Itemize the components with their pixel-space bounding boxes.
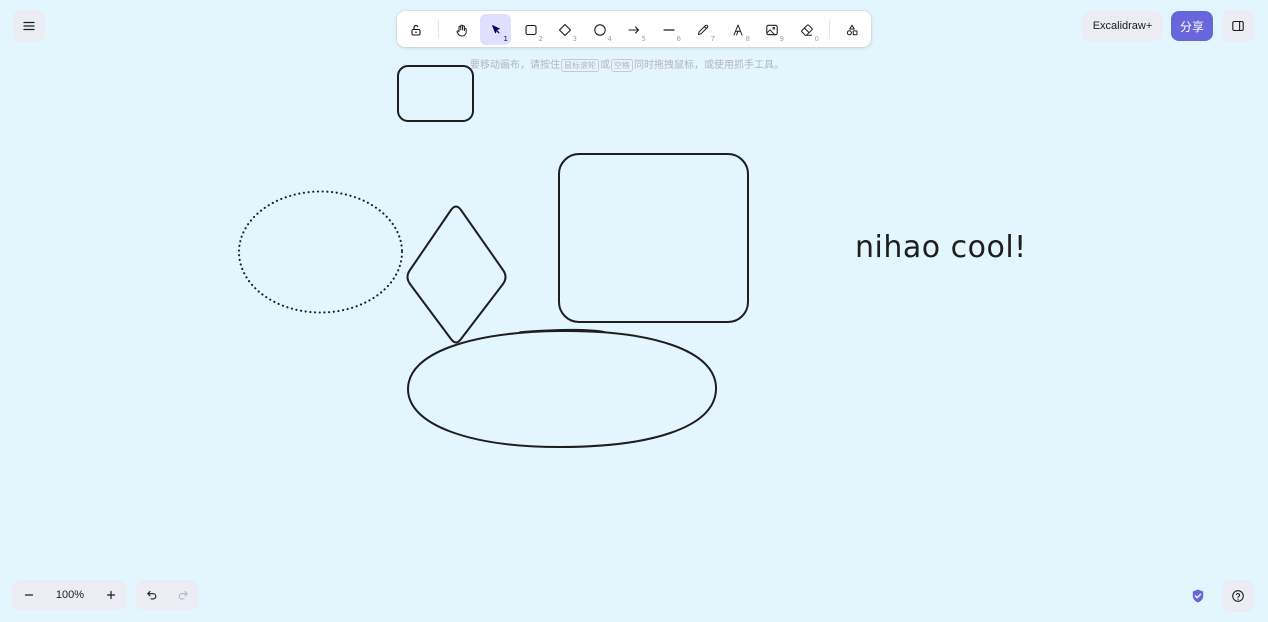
canvas-hint: 要移动画布，请按住 鼠标滚轮或空格 同时拖拽鼠标，或使用抓手工具。 [470,59,784,73]
hand-icon [456,24,467,37]
unlock-icon [410,24,421,36]
sidebar-toggle-button[interactable] [1222,10,1254,42]
ellipse-icon [593,23,606,36]
eraser-icon [800,23,813,36]
tool-shortcut: 3 [572,35,577,43]
pointer-icon [491,24,500,33]
tool-image[interactable]: 9 [756,14,787,45]
rectangle-icon [524,24,537,35]
tool-shortcut: 2 [538,35,543,43]
share-button[interactable]: 分享 [1171,11,1213,41]
tool-shortcut: 7 [710,35,715,43]
plus-icon [106,590,116,600]
tool-shortcut: 5 [641,35,646,43]
wide-ellipse [407,329,718,448]
image-icon [765,24,778,35]
wide-ellipse-overlap [519,329,606,333]
hint-key-space: 空格 [611,59,633,72]
shield-check-icon [1192,589,1204,603]
encryption-indicator[interactable] [1182,580,1214,612]
tool-hand[interactable] [446,14,477,45]
diamond-shape [406,205,507,344]
redo-button[interactable] [167,580,198,610]
tool-eraser[interactable]: 0 [791,14,822,45]
dotted-ellipse [237,190,404,314]
shapes-toolbar: 1 2 3 4 5 6 7 8 9 0 [397,11,871,47]
hint-key-wheel: 鼠标滚轮 [561,59,599,72]
help-button[interactable] [1222,580,1254,612]
tool-line[interactable]: 6 [653,14,684,45]
tool-ellipse[interactable]: 4 [584,14,615,45]
tool-arrow[interactable]: 5 [618,14,649,45]
text-icon [733,24,742,35]
hint-prefix: 要移动画布，请按住 [470,60,560,71]
minus-icon [24,594,34,596]
redo-icon [178,590,188,600]
toolbar-divider [829,20,830,38]
tool-draw[interactable]: 7 [687,14,718,45]
canvas-text-element[interactable]: nihao cool! [855,230,1027,265]
zoom-out-button[interactable] [13,580,45,610]
diamond-icon [558,23,571,36]
help-icon [1232,590,1244,602]
arrow-icon [627,25,639,34]
shapes-library-icon [846,24,857,35]
tool-selection[interactable]: 1 [480,14,511,45]
tool-extra[interactable] [836,14,867,45]
hint-middle: 或 [600,60,610,71]
tool-lock[interactable] [400,14,431,45]
tool-shortcut: 1 [503,35,508,43]
history-controls [136,580,198,610]
tool-text[interactable]: 8 [722,14,753,45]
tool-shortcut: 0 [814,35,819,43]
tool-shortcut: 9 [779,35,784,43]
tool-shortcut: 6 [676,35,681,43]
pencil-icon [697,24,708,35]
tool-shortcut: 8 [745,35,750,43]
zoom-in-button[interactable] [95,580,127,610]
tool-shortcut: 4 [607,35,612,43]
toolbar-divider [438,20,439,38]
line-icon [662,28,675,31]
main-menu-button[interactable] [13,10,45,42]
small-rectangle [397,65,474,122]
zoom-level-reset[interactable]: 100% [46,580,94,610]
excalidraw-plus-button[interactable]: Excalidraw+ [1082,11,1163,41]
hint-suffix: 同时拖拽鼠标，或使用抓手工具。 [634,60,784,71]
zoom-controls: 100% [12,580,127,610]
undo-icon [146,590,156,600]
sidebar-icon [1232,20,1244,32]
tool-rectangle[interactable]: 2 [515,14,546,45]
undo-button[interactable] [136,580,167,610]
drawing-canvas [237,65,749,448]
large-rectangle [558,153,749,323]
tool-diamond[interactable]: 3 [549,14,580,45]
hamburger-icon [23,21,35,31]
